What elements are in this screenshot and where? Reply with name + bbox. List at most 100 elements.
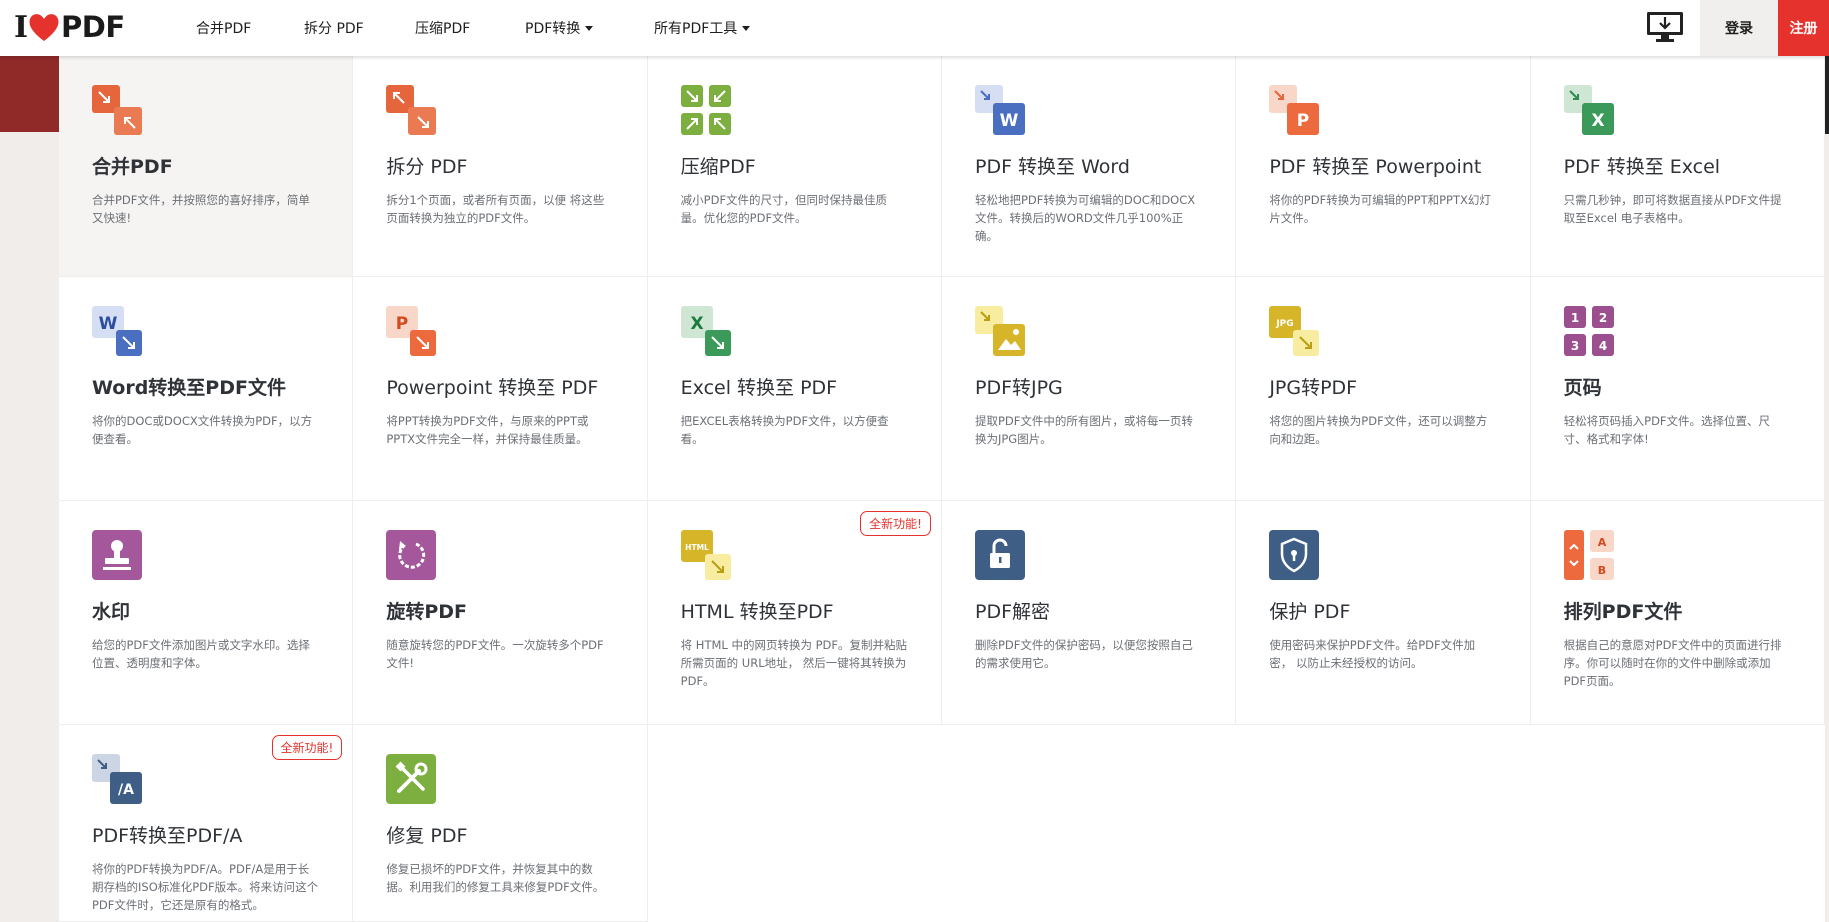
svg-text:P: P [1297, 111, 1309, 131]
compress-icon [680, 85, 731, 135]
tool-description: 将你的PDF转换为PDF/A。PDF/A是用于长期存档的ISO标准化PDF版本。… [92, 862, 319, 912]
tool-card-jpg-to-pdf[interactable]: JPG JPG转PDF 将您的图片转换为PDF文件，还可以调整方向和边距。 [1236, 277, 1531, 501]
tool-card-html-to-pdf[interactable]: 全新功能! HTML HTML 转换至PDF 将 HTML 中的网页转换为 PD… [647, 501, 942, 725]
login-button[interactable]: 登录 [1700, 0, 1778, 56]
tool-card-protect-pdf[interactable]: 保护 PDF 使用密码来保护PDF文件。给PDF文件加密， 以防止未经授权的访问… [1236, 501, 1531, 725]
nav-convert-pdf[interactable]: PDF转换 [525, 0, 594, 56]
tool-description: 只需几秒钟，即可将数据直接从PDF文件提取至Excel 电子表格中。 [1563, 193, 1782, 225]
svg-text:1: 1 [1570, 311, 1578, 325]
signup-button[interactable]: 注册 [1778, 0, 1829, 56]
ilovepdf-logo[interactable]: I PDF [14, 9, 125, 45]
repair-icon [386, 754, 437, 804]
nav-split-pdf[interactable]: 拆分 PDF [304, 0, 364, 56]
tool-description: 轻松地把PDF转换为可编辑的DOC和DOCX文件。转换后的WORD文件几乎100… [974, 193, 1196, 243]
tools-grid: 合并PDF 合并PDF文件，并按照您的喜好排序，简单又快速! 拆分 PDF 拆分… [59, 56, 1825, 922]
new-feature-badge: 全新功能! [271, 735, 343, 760]
nav-label: 所有PDF工具 [654, 21, 738, 37]
svg-text:A: A [1597, 536, 1606, 549]
chevron-down-icon [585, 25, 594, 31]
tool-description: 将你的PDF转换为可编辑的PPT和PPTX幻灯片文件。 [1269, 193, 1491, 225]
tool-title: 水印 [92, 601, 131, 623]
tool-description: 把EXCEL表格转换为PDF文件，以方便查看。 [680, 414, 889, 446]
tool-card-pdf-to-powerpoint[interactable]: P PDF 转换至 Powerpoint 将你的PDF转换为可编辑的PPT和PP… [1236, 56, 1531, 277]
nav-all-pdf-tools[interactable]: 所有PDF工具 [654, 0, 751, 56]
tool-card-watermark[interactable]: 水印 给您的PDF文件添加图片或文字水印。选择位置、透明度和字体。 [59, 501, 354, 725]
nav-merge-pdf[interactable]: 合并PDF [196, 0, 251, 56]
tool-card-rotate-pdf[interactable]: 旋转PDF 随意旋转您的PDF文件。一次旋转多个PDF文件! [353, 501, 648, 725]
nav-label: PDF转换 [525, 21, 581, 37]
tool-card-pdf-to-word[interactable]: W PDF 转换至 Word 轻松地把PDF转换为可编辑的DOC和DOCX文件。… [941, 56, 1237, 277]
svg-text:P: P [396, 314, 408, 334]
svg-text:B: B [1597, 564, 1605, 577]
tool-card-pdf-to-pdfa[interactable]: 全新功能! /A PDF转换至PDF/A 将你的PDF转换为PDF/A。PDF/… [59, 725, 354, 922]
tool-title: 拆分 PDF [386, 156, 468, 178]
tool-description: 将你的DOC或DOCX文件转换为PDF，以方便查看。 [92, 414, 313, 446]
tool-description: 将您的图片转换为PDF文件，还可以调整方向和边距。 [1269, 414, 1488, 446]
tool-description: 随意旋转您的PDF文件。一次旋转多个PDF文件! [386, 638, 604, 670]
protect-icon [1269, 530, 1320, 580]
svg-text:3: 3 [1570, 339, 1578, 353]
desktop-download-icon[interactable] [1645, 10, 1685, 44]
tool-card-merge-pdf[interactable]: 合并PDF 合并PDF文件，并按照您的喜好排序，简单又快速! [59, 56, 354, 277]
tool-description: 轻松将页码插入PDF文件。选择位置、尺寸、格式和字体! [1563, 414, 1771, 446]
nav-compress-pdf[interactable]: 压缩PDF [415, 0, 470, 56]
tool-card-compress-pdf[interactable]: 压缩PDF 减小PDF文件的尺寸，但同时保持最佳质量。优化您的PDF文件。 [647, 56, 942, 277]
pdf-to-excel-icon: X [1563, 85, 1614, 135]
tool-title: 压缩PDF [680, 156, 756, 178]
tool-card-page-numbers[interactable]: 1 2 3 4 页码 轻松将页码插入PDF文件。选择位置、尺寸、格式和字体! [1530, 277, 1825, 501]
tool-card-pdf-to-excel[interactable]: X PDF 转换至 Excel 只需几秒钟，即可将数据直接从PDF文件提取至Ex… [1530, 56, 1825, 277]
empty-grid-space [647, 725, 1825, 922]
chevron-down-icon [742, 25, 751, 31]
tool-card-word-to-pdf[interactable]: W Word转换至PDF文件 将你的DOC或DOCX文件转换为PDF，以方便查看… [59, 277, 354, 501]
pdf-to-powerpoint-icon: P [1269, 85, 1320, 135]
tool-description: 减小PDF文件的尺寸，但同时保持最佳质量。优化您的PDF文件。 [680, 193, 888, 225]
svg-text:X: X [1591, 111, 1604, 131]
rotate-icon [386, 530, 437, 580]
tool-card-pdf-to-jpg[interactable]: PDF转JPG 提取PDF文件中的所有图片，或将每一页转换为JPG图片。 [941, 277, 1237, 501]
tool-description: 根据自己的意愿对PDF文件中的页面进行排序。你可以随时在你的文件中删除或添加PD… [1563, 638, 1782, 688]
tool-title: JPG转PDF [1269, 377, 1358, 399]
organize-icon: A B [1563, 530, 1614, 580]
tool-description: 提取PDF文件中的所有图片，或将每一页转换为JPG图片。 [974, 414, 1193, 446]
tool-card-repair-pdf[interactable]: 修复 PDF 修复已损坏的PDF文件，并恢复其中的数据。利用我们的修复工具来修复… [353, 725, 648, 922]
tool-title: PDF转JPG [974, 377, 1063, 399]
tool-description: 将 HTML 中的网页转换为 PDF。复制并粘贴所需页面的 URL地址， 然后一… [680, 638, 908, 688]
tool-title: 页码 [1563, 377, 1602, 399]
powerpoint-to-pdf-icon: P [386, 306, 437, 356]
tool-description: 修复已损坏的PDF文件，并恢复其中的数据。利用我们的修复工具来修复PDF文件。 [386, 862, 605, 894]
merge-icon [92, 85, 142, 135]
html-to-pdf-icon: HTML [680, 530, 731, 580]
tool-title: PDF 转换至 Powerpoint [1269, 156, 1482, 178]
tool-description: 给您的PDF文件添加图片或文字水印。选择位置、透明度和字体。 [92, 638, 310, 670]
split-icon [386, 85, 437, 135]
tool-title: Powerpoint 转换至 PDF [386, 377, 599, 399]
heart-icon [29, 14, 59, 41]
pdf-to-pdfa-icon: /A [92, 754, 142, 804]
logo-text-pdf: PDF [61, 10, 125, 44]
scroll-edge [1825, 56, 1829, 134]
tool-title: 修复 PDF [386, 825, 468, 847]
tool-card-unlock-pdf[interactable]: PDF解密 删除PDF文件的保护密码，以便您按照自己的需求使用它。 [941, 501, 1237, 725]
tool-description: 合并PDF文件，并按照您的喜好排序，简单又快速! [92, 193, 310, 225]
nav-label: 合并PDF [196, 21, 252, 37]
excel-to-pdf-icon: X [680, 306, 731, 356]
tool-title: Excel 转换至 PDF [680, 377, 838, 399]
tool-description: 删除PDF文件的保护密码，以便您按照自己的需求使用它。 [974, 638, 1193, 670]
tool-title: 旋转PDF [386, 601, 468, 623]
tool-title: 排列PDF文件 [1563, 601, 1683, 623]
new-feature-badge: 全新功能! [860, 511, 931, 536]
svg-text:W: W [99, 314, 118, 334]
tool-card-powerpoint-to-pdf[interactable]: P Powerpoint 转换至 PDF 将PPT转换为PDF文件，与原来的PP… [353, 277, 648, 501]
tool-description: 拆分1个页面，或者所有页面，以便 将这些页面转换为独立的PDF文件。 [386, 193, 605, 225]
page-numbers-icon: 1 2 3 4 [1563, 306, 1614, 356]
tool-card-excel-to-pdf[interactable]: X Excel 转换至 PDF 把EXCEL表格转换为PDF文件，以方便查看。 [647, 277, 942, 501]
tool-title: PDF 转换至 Word [974, 156, 1130, 178]
word-to-pdf-icon: W [92, 306, 142, 356]
svg-text:X: X [690, 314, 703, 334]
watermark-icon [92, 530, 142, 580]
tool-card-organize-pdf[interactable]: A B 排列PDF文件 根据自己的意愿对PDF文件中的页面进行排序。你可以随时在… [1530, 501, 1825, 725]
tool-title: 合并PDF [92, 156, 173, 178]
tool-description: 将PPT转换为PDF文件，与原来的PPT或PPTX文件完全一样，并保持最佳质量。 [386, 414, 589, 446]
tool-card-split-pdf[interactable]: 拆分 PDF 拆分1个页面，或者所有页面，以便 将这些页面转换为独立的PDF文件… [353, 56, 648, 277]
top-navbar: I PDF 合并PDF 拆分 PDF 压缩PDF PDF转换 所有PDF工具 登… [0, 0, 1829, 56]
